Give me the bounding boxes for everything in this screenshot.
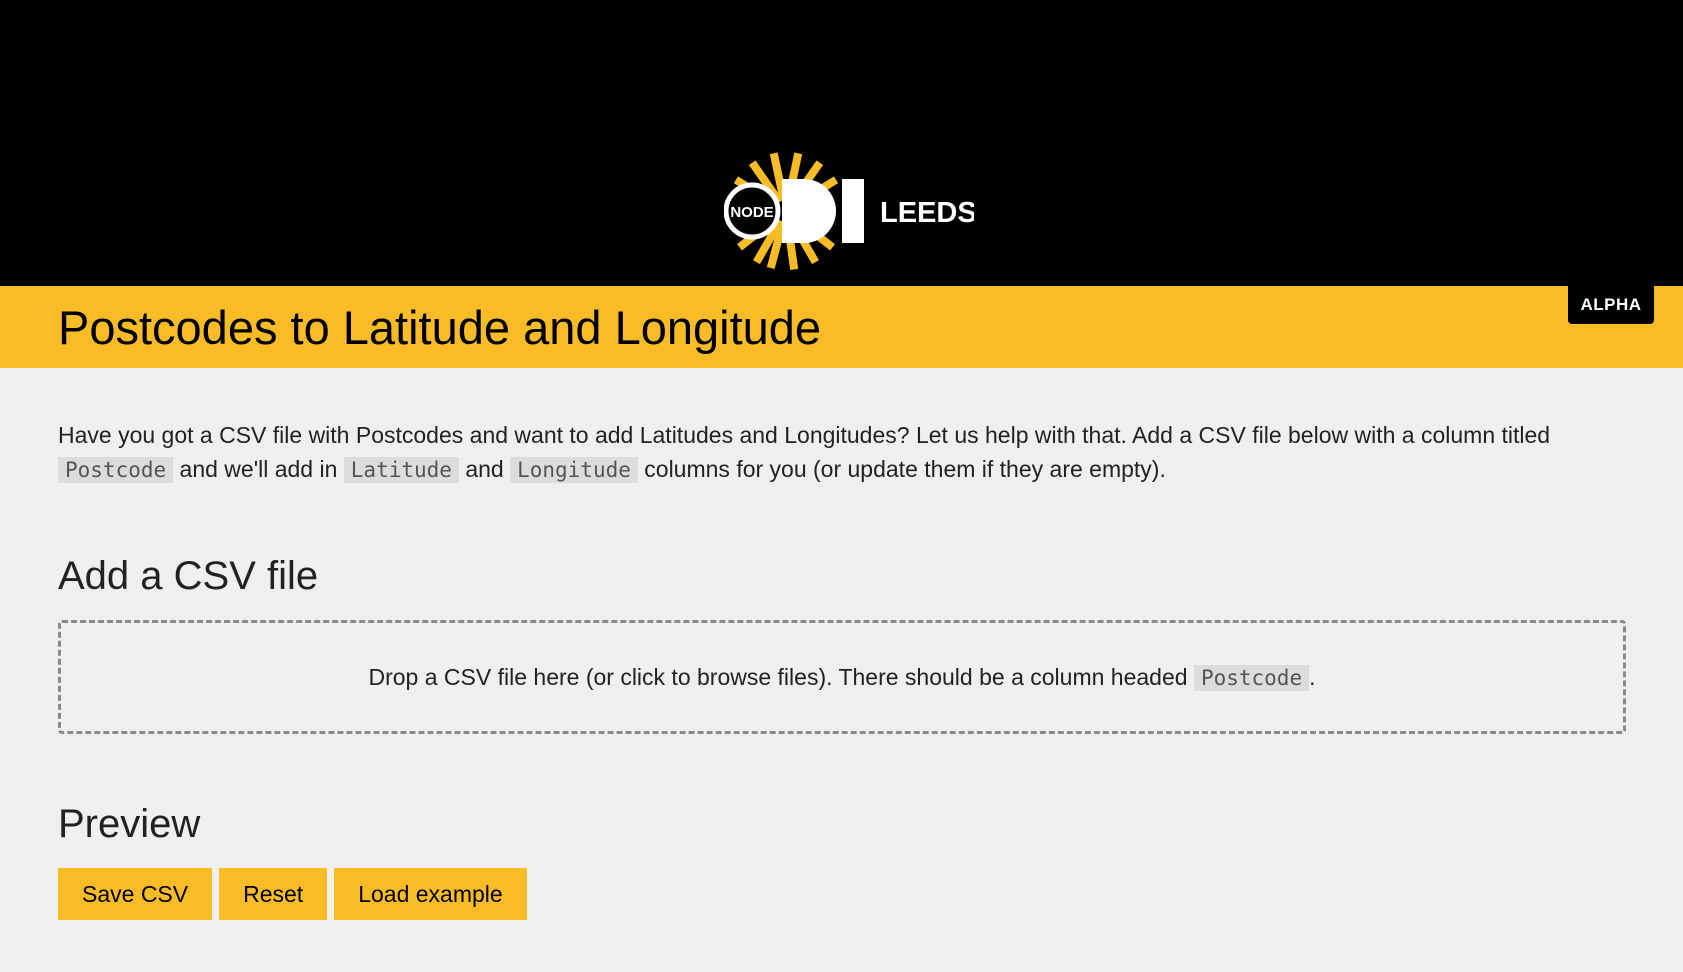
code-latitude: Latitude <box>343 457 459 483</box>
alpha-badge: ALPHA <box>1568 286 1654 324</box>
logo-city: LEEDS <box>880 197 974 229</box>
i-letter-icon <box>842 179 864 243</box>
intro-part: and we'll add in <box>173 456 344 482</box>
save-csv-button[interactable]: Save CSV <box>58 868 213 920</box>
logo-badge-text: NODE <box>730 204 773 221</box>
drop-zone-text: Drop a CSV file here (or click to browse… <box>368 663 1316 691</box>
intro-part: columns for you (or update them if they … <box>637 456 1166 482</box>
intro-part: and <box>458 456 511 482</box>
drop-text: Drop a CSV file here (or click to browse… <box>368 663 1194 690</box>
csv-drop-zone[interactable]: Drop a CSV file here (or click to browse… <box>58 620 1626 734</box>
code-postcode: Postcode <box>58 457 174 483</box>
intro-part: Have you got a CSV file with Postcodes a… <box>58 422 1551 448</box>
drop-end: . <box>1309 663 1316 690</box>
load-example-button[interactable]: Load example <box>334 868 527 920</box>
reset-button[interactable]: Reset <box>219 868 328 920</box>
intro-text: Have you got a CSV file with Postcodes a… <box>58 418 1638 487</box>
page-title: Postcodes to Latitude and Longitude <box>58 301 822 354</box>
code-longitude: Longitude <box>510 457 638 483</box>
code-postcode: Postcode <box>1193 664 1310 691</box>
add-csv-heading: Add a CSV file <box>58 554 319 598</box>
odi-leeds-logo[interactable]: NODE LEEDS <box>724 146 974 276</box>
preview-heading: Preview <box>58 802 201 846</box>
preview-toolbar: Save CSV Reset Load example <box>58 868 527 920</box>
